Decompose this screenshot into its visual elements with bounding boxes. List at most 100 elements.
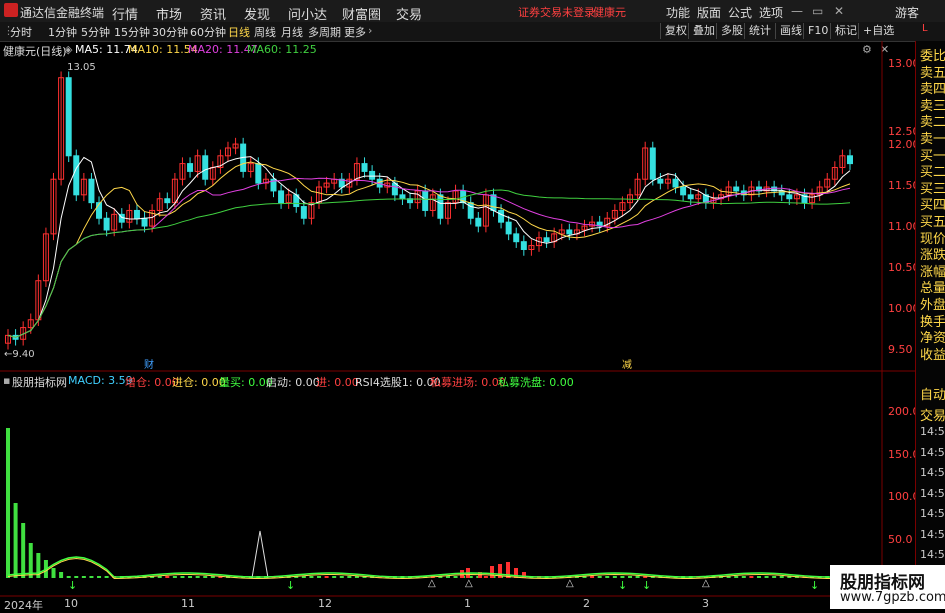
menu-faxian[interactable]: 发现 (244, 4, 270, 23)
candle-body (490, 194, 497, 211)
period-daily[interactable]: 日线 (228, 24, 250, 40)
period-toolbar: ⋮ 分时 1分钟 5分钟 15分钟 30分钟 60分钟 日线 周线 月线 多周期… (0, 22, 945, 42)
app-logo-icon (4, 3, 18, 17)
period-60min[interactable]: 60分钟 (190, 24, 226, 40)
candle-body (103, 217, 110, 231)
ind-bar (21, 523, 26, 578)
ind-bar (74, 576, 79, 578)
menu-hangqing[interactable]: 行情 (112, 4, 138, 23)
chevron-right-icon[interactable]: › (368, 24, 372, 37)
period-weekly[interactable]: 周线 (254, 24, 276, 40)
ind-bar (483, 576, 488, 578)
down-arrow-icon: ↓ (286, 579, 295, 592)
btn-fuquan[interactable]: 复权 (660, 23, 691, 39)
btn-tongji[interactable]: 统计 (744, 23, 775, 39)
side-trade-7: 14:56 (920, 527, 945, 541)
ind-tick-50: 50.0 (888, 533, 913, 546)
ind-bar (734, 576, 739, 578)
side-trade-6: 14:56 (920, 507, 945, 520)
date-10: 10 (64, 597, 78, 610)
candle-body (164, 198, 171, 204)
ind-bar (628, 576, 633, 578)
btn-f10[interactable]: F10 (803, 23, 832, 39)
up-triangle-icon: △ (465, 578, 473, 589)
btn-huaxian[interactable]: 画线 (775, 23, 806, 39)
btn-zixuan[interactable]: +自选 (858, 23, 898, 39)
ind-bar (66, 576, 71, 578)
ind-bar (324, 576, 329, 578)
menu-xuanxiang[interactable]: 选项 (759, 4, 783, 21)
up-triangle-icon: △ (702, 578, 710, 589)
side-trade-1[interactable]: 交易 (920, 405, 945, 424)
price-tick-950: 9.50 (888, 343, 913, 356)
guest-label[interactable]: 游客 (895, 4, 919, 21)
ind-bar (317, 576, 322, 578)
login-warning[interactable]: 证券交易未登录 (518, 4, 595, 20)
period-5min[interactable]: 5分钟 (81, 24, 110, 40)
title-stock-name: 健康元 (593, 6, 626, 19)
period-1min[interactable]: 1分钟 (48, 24, 77, 40)
kline-chart[interactable]: 13.05 ←9.40 财 减 ↓ ↓ ↓ ↓ ↓ △ △ △ △ (0, 41, 915, 609)
event-mark-cai: 财 (144, 358, 154, 371)
restore-icon[interactable]: ▭ (812, 4, 823, 18)
high-annotation: 13.05 (67, 62, 96, 73)
menu-caifuquan[interactable]: 财富圈 (342, 4, 381, 23)
up-triangle-icon: △ (428, 578, 436, 589)
minimize-icon[interactable]: — (791, 4, 803, 18)
period-more[interactable]: 更多 (344, 24, 366, 40)
date-2: 2 (583, 597, 590, 610)
menu-jiaoyi[interactable]: 交易 (396, 4, 422, 23)
menu-shichang[interactable]: 市场 (156, 4, 182, 23)
period-multi[interactable]: 多周期 (308, 24, 341, 40)
btn-duogu[interactable]: 多股 (716, 23, 747, 39)
candle-body (680, 186, 687, 196)
ind-bar (165, 576, 170, 578)
btn-diejia[interactable]: 叠加 (688, 23, 719, 39)
period-30min[interactable]: 30分钟 (152, 24, 188, 40)
ind-bar (756, 576, 761, 578)
date-3: 3 (702, 597, 709, 610)
ind-bar (764, 576, 769, 578)
candle-body (255, 163, 262, 184)
candle-body (399, 194, 406, 200)
menu-wenxiaoda[interactable]: 问小达 (288, 4, 327, 23)
ind-bar (779, 576, 784, 578)
period-15min[interactable]: 15分钟 (114, 24, 150, 40)
ind-bar (195, 576, 200, 578)
menu-gongneng[interactable]: 功能 (666, 4, 690, 21)
ind-bar (445, 576, 450, 578)
low-annotation: ←9.40 (4, 349, 35, 360)
btn-biaoji[interactable]: 标记 (830, 23, 861, 39)
ind-bar (332, 576, 337, 578)
ind-red-bar (490, 566, 494, 578)
ind-bar (597, 576, 602, 578)
candle-body (133, 209, 140, 219)
period-fenshi[interactable]: 分时 (10, 24, 32, 40)
ind-bar (203, 576, 208, 578)
ind-bar (13, 503, 18, 578)
menu-zixun[interactable]: 资讯 (200, 4, 226, 23)
ind-bar (180, 576, 185, 578)
ind-bar (59, 572, 64, 578)
ind-bar (309, 576, 314, 578)
candle-body (73, 155, 80, 196)
candle-body (475, 217, 482, 227)
ind-bar (772, 576, 777, 578)
period-monthly[interactable]: 月线 (281, 24, 303, 40)
candle-body (672, 178, 679, 188)
close-icon[interactable]: ✕ (834, 4, 844, 18)
ind-bar (81, 576, 86, 578)
menu-gongshi[interactable]: 公式 (728, 4, 752, 21)
side-trade-0[interactable]: 自动 (920, 384, 945, 403)
candle-body (520, 241, 527, 250)
candle-body (361, 163, 368, 172)
date-11: 11 (181, 597, 195, 610)
ind-line-green (7, 556, 851, 578)
ind-bar (172, 576, 177, 578)
date-2024: 2024年 (4, 599, 43, 612)
menu-banmian[interactable]: 版面 (697, 4, 721, 21)
ind-bar (347, 576, 352, 578)
ind-bar (635, 576, 640, 578)
watermark: 股朋指标网 www.7gpzb.com (830, 565, 945, 609)
ind-bar (188, 576, 193, 578)
